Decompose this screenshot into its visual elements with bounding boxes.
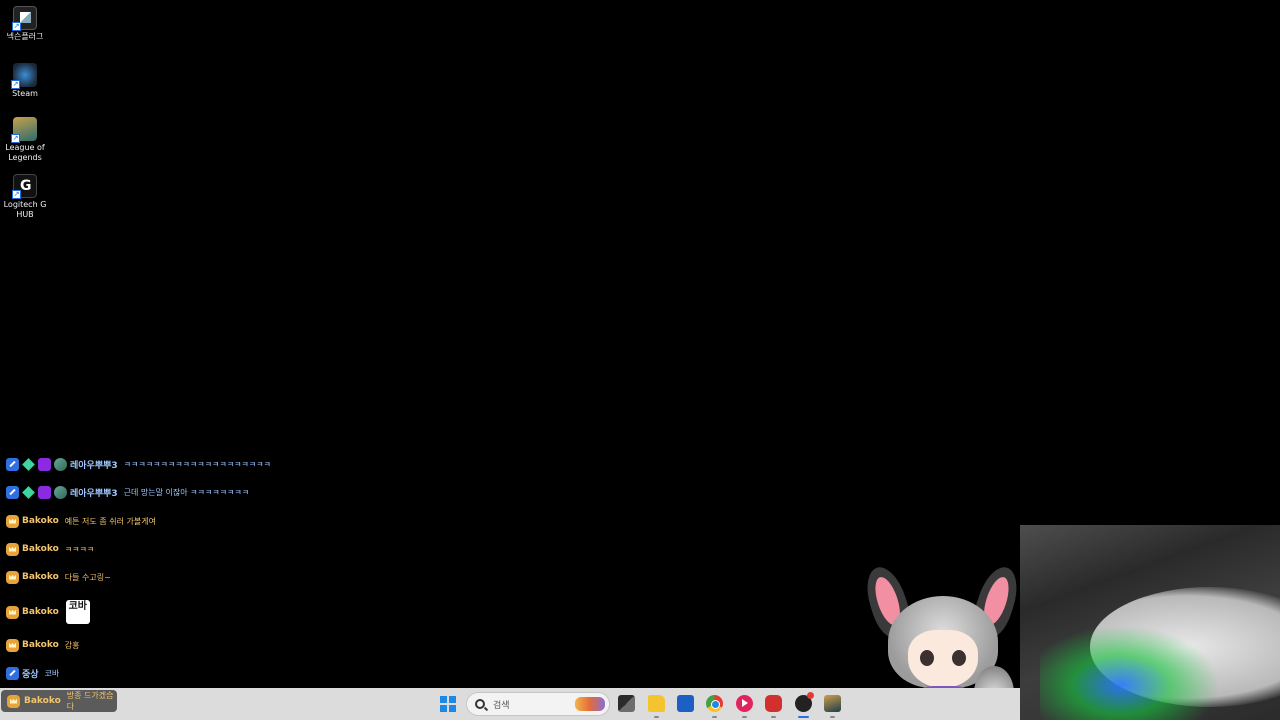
chat-text: ㅋㅋㅋㅋㅋㅋㅋㅋㅋㅋㅋㅋㅋㅋㅋㅋㅋㅋㅋㅋ xyxy=(123,459,271,469)
chat-text: 방종 드가겠습다 xyxy=(66,691,114,711)
webcam-light xyxy=(1040,625,1220,720)
desktop-icon-nexon-plug[interactable]: ↗ 넥슨플러그 xyxy=(2,6,48,42)
chat-message: Bakoko 감홍 xyxy=(6,638,80,652)
chat-username: 레아우뿌뿌3 xyxy=(70,488,118,499)
pen-badge-icon xyxy=(6,485,19,499)
chat-message: 중상 코바 xyxy=(6,666,59,680)
youtube-music-icon[interactable] xyxy=(736,695,753,718)
crown-badge-icon xyxy=(6,570,19,584)
chat-message: Bakoko ㅋㅋㅋㅋ xyxy=(6,542,94,556)
chrome-icon[interactable] xyxy=(706,695,723,718)
chat-message: 레아우뿌뿌3 근데 망는말 이잖아 ㅋㅋㅋㅋㅋㅋㅋㅋ xyxy=(6,485,249,499)
chat-username: 레아우뿌뿌3 xyxy=(70,460,118,471)
shortcut-arrow-icon: ↗ xyxy=(12,22,21,31)
chat-text: 근데 망는말 이잖아 ㅋㅋㅋㅋㅋㅋㅋㅋ xyxy=(123,487,250,497)
crown-badge-icon xyxy=(6,542,19,556)
chat-message: 레아우뿌뿌3 ㅋㅋㅋㅋㅋㅋㅋㅋㅋㅋㅋㅋㅋㅋㅋㅋㅋㅋㅋㅋ xyxy=(6,457,271,471)
chat-text: 코바 xyxy=(44,668,60,678)
steam-icon: ↗ xyxy=(11,63,37,89)
chat-username: Bakoko xyxy=(22,572,59,582)
emote-badge-icon xyxy=(54,485,67,499)
chat-emote: 코바 xyxy=(65,600,90,624)
chat-text: 다들 수고링~ xyxy=(64,572,111,582)
avatar-eye xyxy=(920,650,934,666)
chat-username: Bakoko xyxy=(22,516,59,526)
league-of-legends-icon: ↗ xyxy=(11,117,37,143)
chat-username: Bakoko xyxy=(24,696,61,706)
crown-badge-icon xyxy=(6,638,19,652)
webcam-feed xyxy=(1020,525,1280,720)
emote-badge-icon xyxy=(54,457,67,471)
desktop-icon-steam[interactable]: ↗ Steam xyxy=(2,63,48,99)
subscriber-badge-icon xyxy=(38,485,51,499)
shortcut-arrow-icon: ↗ xyxy=(12,190,21,199)
chat-message: Bakoko 예튼 저도 좀 쉬러 가볼게여 xyxy=(6,514,156,528)
search-icon xyxy=(475,699,485,709)
subscriber-badge-icon xyxy=(38,457,51,471)
chat-username: Bakoko xyxy=(22,544,59,554)
desktop-icon-label: Steam xyxy=(12,89,38,98)
taskbar: Bakoko 방종 드가겠습다 검색 xyxy=(0,688,1020,720)
chat-username: Bakoko xyxy=(22,607,59,617)
search-highlight-icon xyxy=(575,697,605,711)
crown-badge-icon xyxy=(7,694,20,708)
avatar-eye xyxy=(952,650,966,666)
avatar-face xyxy=(908,630,978,688)
desktop-icon-label: League of Legends xyxy=(5,143,45,162)
obs-icon[interactable] xyxy=(795,692,814,718)
windows-logo-icon xyxy=(440,696,447,703)
gem-badge-icon xyxy=(22,486,35,499)
search-placeholder: 검색 xyxy=(493,700,510,711)
league-client-icon[interactable] xyxy=(824,695,841,718)
nexon-plug-icon: ↗ xyxy=(12,6,37,31)
chat-message: Bakoko 코바 xyxy=(6,600,90,624)
shortcut-arrow-icon: ↗ xyxy=(11,80,20,89)
file-explorer-icon[interactable] xyxy=(648,695,665,718)
chat-text: ㅋㅋㅋㅋ xyxy=(64,544,95,554)
taskbar-search[interactable]: 검색 xyxy=(466,692,610,716)
desktop-icon-league-of-legends[interactable]: ↗ League of Legends xyxy=(2,117,48,163)
desktop-icon-logitech-ghub[interactable]: ↗ Logitech G HUB xyxy=(2,174,48,220)
task-view-icon[interactable] xyxy=(618,695,635,712)
crown-badge-icon xyxy=(6,514,19,528)
pen-badge-icon xyxy=(6,457,19,471)
chat-text: 예튼 저도 좀 쉬러 가볼게여 xyxy=(64,516,156,526)
chat-message: Bakoko 다들 수고링~ xyxy=(6,570,111,584)
shortcut-arrow-icon: ↗ xyxy=(11,134,20,143)
desktop-icon-label: 넥슨플러그 xyxy=(6,32,44,41)
pen-badge-icon xyxy=(6,666,19,680)
gem-badge-icon xyxy=(22,458,35,471)
microsoft-store-icon[interactable] xyxy=(677,695,694,712)
crown-badge-icon xyxy=(6,605,19,619)
taskbar-chat-notification: Bakoko 방종 드가겠습다 xyxy=(1,690,117,712)
desktop-icon-label: Logitech G HUB xyxy=(3,200,47,219)
chat-text: 감홍 xyxy=(64,640,80,650)
chat-username: 중상 xyxy=(22,669,39,680)
logitech-ghub-icon: ↗ xyxy=(12,174,37,199)
recorder-icon[interactable] xyxy=(765,695,782,718)
chat-username: Bakoko xyxy=(22,640,59,650)
start-button[interactable] xyxy=(440,696,456,712)
